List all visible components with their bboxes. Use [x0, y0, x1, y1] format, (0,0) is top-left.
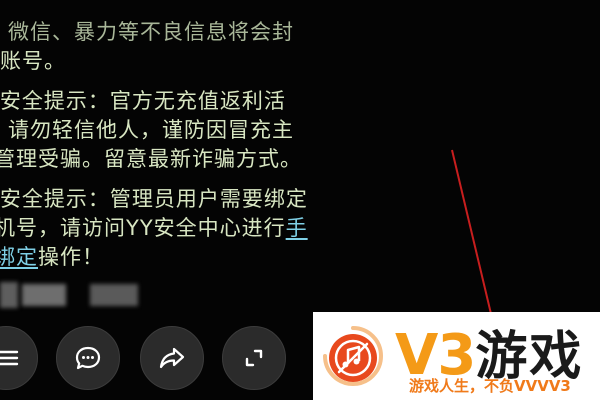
message-line-7-text: 机号，请访问YY安全中心进行 — [0, 216, 286, 240]
menu-button[interactable] — [0, 326, 38, 390]
v3-watermark: V3游戏 游戏人生，不负VVVV3 — [313, 312, 600, 400]
message-line-1: 、微信、暴力等不良信息将会封 — [0, 20, 294, 44]
blurred-avatar — [90, 284, 138, 306]
v3-slogan: 游戏人生，不负VVVV3 — [409, 377, 571, 395]
message-line-6: Y安全提示：管理员用户需要绑定 — [0, 187, 308, 211]
collapse-icon — [245, 349, 263, 367]
message-line-4: ，请勿轻信他人，谨防因冒充主 — [0, 118, 294, 142]
message-line-8-text: 操作！ — [38, 245, 104, 269]
v3-logo-icon — [323, 326, 383, 386]
share-button[interactable] — [140, 326, 204, 390]
message-line-2: 账号。 — [0, 49, 66, 73]
blurred-username — [22, 284, 66, 306]
message-line-7: 机号，请访问YY安全中心进行手 — [0, 214, 308, 243]
stream-screen: 、微信、暴力等不良信息将会封 账号。 Y安全提示：官方无充值返利活 ，请勿轻信他… — [0, 0, 600, 400]
phone-binding-link-part1[interactable]: 手 — [286, 216, 308, 240]
message-line-3: Y安全提示：官方无充值返利活 — [0, 89, 286, 113]
bottom-toolbar — [0, 316, 320, 400]
collapse-button[interactable] — [222, 326, 286, 390]
share-arrow-icon — [159, 347, 185, 369]
message-line-8: 绑定操作！ — [0, 243, 104, 272]
chat-bubble-icon — [75, 346, 101, 370]
phone-binding-link-part2[interactable]: 绑定 — [0, 245, 38, 269]
chat-button[interactable] — [56, 326, 120, 390]
message-line-5: 管理受骗。留意最新诈骗方式。 — [0, 147, 302, 171]
menu-icon — [0, 350, 19, 366]
blurred-username — [0, 282, 18, 308]
